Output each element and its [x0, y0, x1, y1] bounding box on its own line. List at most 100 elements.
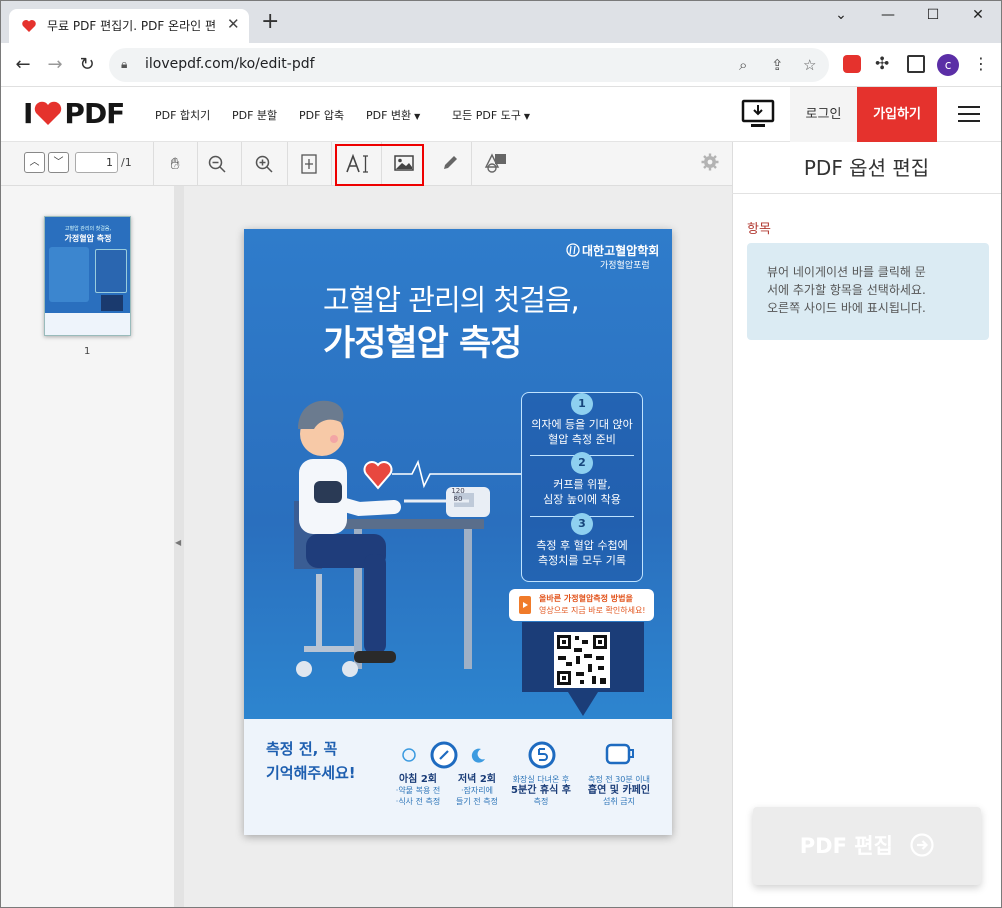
step-3-line2: 측정치를 모두 기록 — [538, 554, 626, 567]
page-number-input[interactable]: 1 — [75, 152, 118, 173]
monitor-reading-bottom: 80 — [453, 495, 463, 503]
nav-merge-pdf[interactable]: PDF 합치기 — [155, 107, 210, 123]
tab-search-icon[interactable]: ⌄ — [826, 7, 856, 23]
zoom-icon[interactable]: ⌕ — [739, 56, 747, 74]
zoom-out-icon[interactable] — [208, 155, 226, 173]
toolbar-divider — [287, 142, 288, 186]
new-tab-icon[interactable]: + — [261, 11, 279, 33]
address-bar[interactable]: 🔒︎ ilovepdf.com/ko/edit-pdf — [109, 48, 829, 82]
hamburger-menu-icon[interactable] — [957, 105, 981, 123]
video-callout-line2: 영상으로 지금 바로 확인하세요! — [539, 606, 646, 615]
qr-code-icon[interactable] — [554, 632, 610, 688]
nav-convert-label: PDF 변환 — [366, 109, 412, 122]
sidebar-info-box: 뷰어 네이게이션 바를 클릭해 문 서에 추가할 항목을 선택하세요. 오른쪽 … — [747, 243, 989, 340]
page-thumbnail[interactable]: 고혈압 관리의 첫걸음, 가정혈압 측정 — [44, 216, 131, 336]
collapse-arrow-icon[interactable]: ◀ — [175, 538, 181, 547]
org-name: 대한고혈압학회 — [582, 244, 660, 258]
thumb-illustration — [49, 247, 89, 302]
close-tab-icon[interactable]: ✕ — [227, 15, 240, 33]
logo-word: PDF — [64, 97, 125, 130]
footer-item-4-pre: 측정 전 30분 이내 — [588, 775, 650, 784]
bookmark-star-icon[interactable]: ☆ — [803, 56, 816, 74]
highlight-box — [335, 144, 424, 186]
footer-item-1-title: 아침 2회 — [398, 774, 438, 785]
toolbar-divider — [331, 142, 332, 186]
signup-button[interactable]: 가입하기 — [857, 87, 937, 142]
chevron-down-icon: ▼ — [523, 112, 531, 121]
heartbeat-icon — [363, 459, 522, 490]
footer-reminder-line2: 기억해주세요! — [266, 764, 356, 782]
info-line-2: 서에 추가할 항목을 선택하세요. — [767, 283, 926, 297]
browser-tab[interactable]: 무료 PDF 편집기. PDF 온라인 편 ✕ — [9, 9, 249, 43]
hand-icon[interactable]: ✋︎ — [162, 151, 188, 177]
org-sub: 가정혈압포럼 — [600, 261, 650, 271]
close-window-icon[interactable]: ✕ — [963, 7, 993, 23]
side-panel-icon[interactable] — [907, 55, 925, 73]
minimize-icon[interactable]: — — [873, 7, 903, 23]
logo-letter: I — [23, 97, 33, 130]
info-line-3: 오른쪽 사이드 바에 표시됩니다. — [767, 301, 926, 315]
fit-page-icon[interactable] — [301, 154, 317, 174]
next-page-button[interactable]: ﹀ — [48, 152, 69, 173]
pencil-icon[interactable] — [441, 154, 459, 172]
five-minute-rest-icon — [528, 741, 556, 769]
maximize-icon[interactable]: ☐ — [918, 7, 948, 23]
toolbar-divider — [153, 142, 154, 186]
step-2-line2: 심장 높이에 착용 — [543, 493, 621, 506]
ilovepdf-favicon-icon — [22, 20, 36, 32]
ilovepdf-logo[interactable]: I PDF — [23, 97, 125, 130]
poster-headline-2: 가정혈압 측정 — [323, 324, 522, 364]
footer-item-2-line1: ·잠자리에 — [461, 786, 493, 795]
step-2-line1: 커프를 위팔, — [553, 478, 611, 491]
prev-page-button[interactable]: ︿ — [24, 152, 45, 173]
lock-icon: 🔒︎ — [121, 57, 128, 71]
pdf-page[interactable]: 대한고혈압학회 가정혈압포럼 고혈압 관리의 첫걸음, 가정혈압 측정 120 … — [244, 229, 672, 835]
coffee-cup-icon — [605, 743, 634, 765]
nav-split-pdf[interactable]: PDF 분할 — [232, 107, 277, 123]
poster-headline-1: 고혈압 관리의 첫걸음, — [323, 283, 580, 317]
sidebar-title: PDF 옵션 편집 — [732, 142, 1001, 194]
forward-icon[interactable]: → — [43, 54, 67, 75]
edit-pdf-button[interactable]: PDF 편집 — [753, 807, 981, 885]
tab-title: 무료 PDF 편집기. PDF 온라인 편 — [47, 19, 217, 33]
person-measuring-illustration — [294, 400, 490, 677]
settings-gear-icon[interactable] — [701, 153, 719, 171]
reload-icon[interactable]: ↻ — [75, 54, 99, 75]
zoom-in-icon[interactable] — [255, 155, 273, 173]
footer-item-4-line1: 섭취 금지 — [603, 797, 635, 806]
extension-ilovepdf-icon[interactable] — [843, 55, 861, 73]
step-1-line1: 의자에 등을 기대 앉아 — [531, 418, 633, 431]
society-logo-icon — [566, 243, 580, 257]
phone-play-icon — [519, 596, 531, 614]
logo-heart-icon — [35, 101, 62, 125]
footer-item-1-line2: ·식사 전 측정 — [395, 797, 441, 806]
nav-compress-pdf[interactable]: PDF 압축 — [299, 107, 344, 123]
step-3-number: 3 — [571, 513, 593, 535]
desktop-download-icon[interactable] — [741, 98, 775, 130]
nav-all-tools[interactable]: 모든 PDF 도구 ▼ — [452, 107, 530, 123]
step-3-line1: 측정 후 혈압 수첩에 — [536, 539, 628, 552]
thumbnail-page-number: 1 — [84, 346, 91, 357]
toolbar-divider — [241, 142, 242, 186]
back-icon[interactable]: ← — [11, 54, 35, 75]
browser-menu-icon[interactable]: ⋮ — [973, 54, 989, 73]
nav-convert-pdf[interactable]: PDF 변환 ▼ — [366, 107, 420, 123]
footer-item-1-line1: ·약물 복용 전 — [395, 786, 441, 795]
footer-item-4-title: 흡연 및 카페인 — [587, 785, 651, 796]
profile-avatar[interactable]: c — [937, 54, 959, 76]
nav-all-tools-label: 모든 PDF 도구 — [452, 109, 521, 122]
panel-resize-handle[interactable]: ◀ — [174, 186, 184, 907]
share-icon[interactable]: ⇪ — [771, 56, 784, 74]
thumb-qr — [101, 295, 123, 311]
footer-reminder-line1: 측정 전, 꼭 — [266, 740, 338, 758]
twice-daily-icon — [402, 741, 485, 769]
sidebar-section-label: 항목 — [747, 222, 771, 237]
step-2-number: 2 — [571, 452, 593, 474]
footer-item-3-pre: 화장실 다녀온 후 — [512, 775, 570, 784]
thumb-footer — [45, 313, 130, 335]
extensions-puzzle-icon[interactable]: ✣ — [875, 54, 889, 74]
monitor-reading-top: 120 — [451, 487, 465, 495]
info-line-1: 뷰어 네이게이션 바를 클릭해 문 — [767, 265, 926, 279]
shape-icon[interactable] — [484, 153, 508, 173]
login-button[interactable]: 로그인 — [790, 87, 857, 142]
